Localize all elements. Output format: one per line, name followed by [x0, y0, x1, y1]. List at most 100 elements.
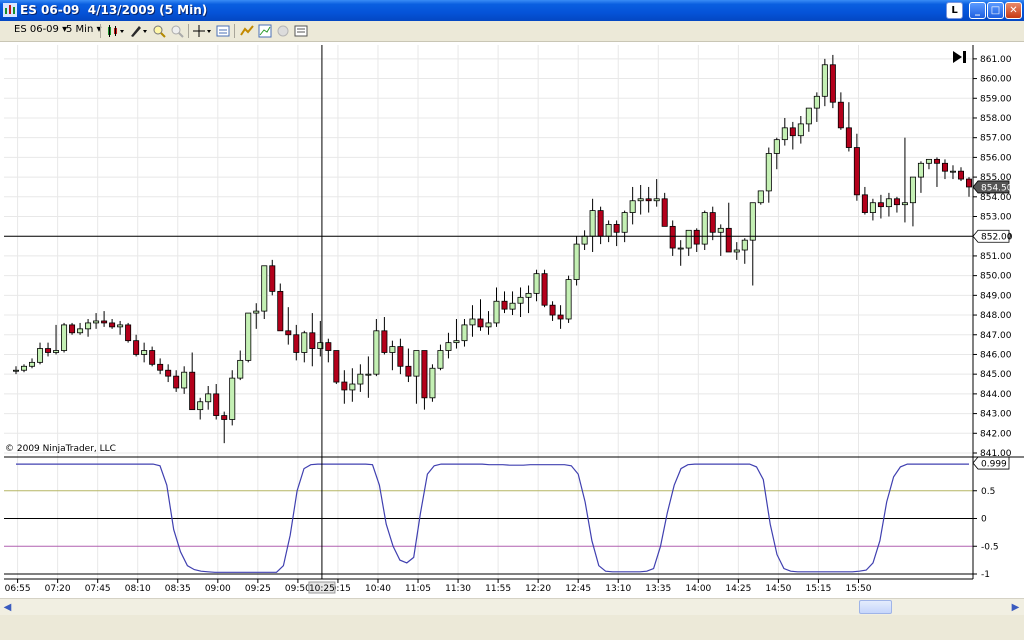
- candlestick-series: [12, 54, 973, 444]
- candle-down: [877, 202, 884, 208]
- data-box-icon[interactable]: [216, 24, 230, 38]
- candle-up: [813, 95, 820, 109]
- candle-up: [925, 158, 932, 164]
- link-button[interactable]: L: [946, 2, 963, 19]
- candle-down: [173, 375, 180, 389]
- candle-up: [12, 369, 19, 372]
- candle-down: [957, 170, 964, 180]
- candle-up: [29, 361, 36, 367]
- chart-trader-icon[interactable]: [276, 24, 290, 38]
- strategies-icon[interactable]: [258, 24, 272, 38]
- candle-up: [229, 377, 236, 420]
- price-axis-label: 858.00: [980, 114, 1012, 124]
- candle-down: [861, 194, 868, 213]
- candle-up: [261, 265, 268, 312]
- candle-up: [797, 123, 804, 137]
- zoom-in-icon[interactable]: [152, 24, 166, 38]
- candle-up: [605, 223, 612, 237]
- candle-down: [277, 290, 284, 332]
- candle-up: [901, 202, 908, 206]
- candle-up: [485, 322, 492, 328]
- candle-down: [269, 265, 276, 292]
- time-axis-label: 11:55: [485, 584, 511, 594]
- candle-down: [69, 324, 76, 334]
- status-bar: [0, 615, 1024, 640]
- candle-up: [621, 212, 628, 233]
- crosshair-icon[interactable]: [193, 24, 213, 38]
- price-axis-label: 853.00: [980, 213, 1012, 223]
- time-axis-label: 12:20: [525, 584, 551, 594]
- candle-down: [661, 198, 668, 227]
- time-axis: 06:55 07:20 07:45 08:10 08:35 09:00 09:25 09:50…: [5, 579, 872, 594]
- price-axis-label: 849.00: [980, 291, 1012, 301]
- candle-up: [181, 371, 188, 389]
- price-axis-label: 860.00: [980, 75, 1012, 85]
- candle-down: [109, 322, 116, 328]
- maximize-button[interactable]: □: [987, 2, 1004, 19]
- price-axis-label: 846.00: [980, 350, 1012, 360]
- candle-up: [757, 190, 764, 204]
- candle-up: [765, 153, 772, 192]
- zoom-out-icon[interactable]: [170, 24, 184, 38]
- app-icon: [3, 3, 17, 17]
- candle-down: [285, 330, 292, 336]
- scrollbar-thumb[interactable]: [859, 600, 892, 614]
- price-axis-label: 843.00: [980, 410, 1012, 420]
- candle-down: [845, 127, 852, 148]
- candle-down: [221, 415, 228, 420]
- instrument-selector[interactable]: ES 06-09 ▾: [14, 24, 67, 35]
- candle-down: [541, 273, 548, 306]
- candle-down: [189, 371, 196, 411]
- candle-up: [21, 365, 28, 371]
- time-axis-label: 06:55: [5, 584, 31, 594]
- drawing-pencil-icon[interactable]: [129, 24, 149, 38]
- candle-down: [709, 212, 716, 233]
- horizontal-scrollbar[interactable]: ◀ ▶: [0, 598, 1024, 616]
- candle-up: [629, 200, 636, 213]
- price-axis-label: 848.00: [980, 311, 1012, 321]
- candle-up: [749, 202, 756, 241]
- minimize-button[interactable]: _: [969, 2, 986, 19]
- candle-up: [461, 324, 468, 342]
- time-axis-label: 08:35: [165, 584, 191, 594]
- scroll-right-arrow-icon[interactable]: ▶: [1009, 600, 1022, 615]
- scroll-left-arrow-icon[interactable]: ◀: [1, 600, 14, 615]
- candle-up: [437, 350, 444, 369]
- price-chart[interactable]: 0.5 0 -0.5 -1 861.00 860.00 859.00 858.00 857.0…: [0, 41, 1024, 598]
- time-axis-label: 12:45: [565, 584, 591, 594]
- candle-up: [373, 330, 380, 375]
- indicators-icon[interactable]: [240, 24, 254, 38]
- candle-up: [349, 383, 356, 391]
- price-axis-label: 844.00: [980, 390, 1012, 400]
- candle-up: [685, 229, 692, 249]
- candle-down: [101, 320, 108, 324]
- close-button[interactable]: ✕: [1005, 2, 1022, 19]
- time-axis-label: 08:10: [125, 584, 151, 594]
- candle-down: [45, 348, 52, 353]
- candle-down: [341, 381, 348, 391]
- candle-up: [637, 198, 644, 202]
- toolbar-separator: [234, 24, 235, 38]
- candle-down: [405, 365, 412, 377]
- candle-up: [493, 300, 500, 324]
- chart-style-icon[interactable]: [106, 24, 126, 38]
- candle-up: [565, 279, 572, 320]
- interval-selector[interactable]: 5 Min ▾: [66, 24, 102, 35]
- price-axis: 861.00860.00859.00858.00857.00856.00855.…: [4, 45, 1024, 580]
- candle-down: [693, 229, 700, 245]
- indicator-axis-label: -1: [981, 570, 990, 580]
- time-axis-label: 15:15: [805, 584, 831, 594]
- candle-up: [525, 292, 532, 298]
- candle-up: [85, 322, 92, 330]
- candle-up: [301, 332, 308, 353]
- time-axis-label: 14:00: [685, 584, 711, 594]
- price-axis-label: 854.00: [980, 193, 1012, 203]
- price-axis-label: 856.00: [980, 153, 1012, 163]
- time-axis-label: 07:45: [85, 584, 111, 594]
- candle-down: [293, 334, 300, 353]
- price-axis-label: 851.00: [980, 252, 1012, 262]
- title-bar[interactable]: ES 06-09 4/13/2009 (5 Min) L _ □ ✕: [0, 0, 1024, 21]
- candle-down: [933, 158, 940, 164]
- candle-up: [509, 302, 516, 310]
- properties-icon[interactable]: [294, 24, 308, 38]
